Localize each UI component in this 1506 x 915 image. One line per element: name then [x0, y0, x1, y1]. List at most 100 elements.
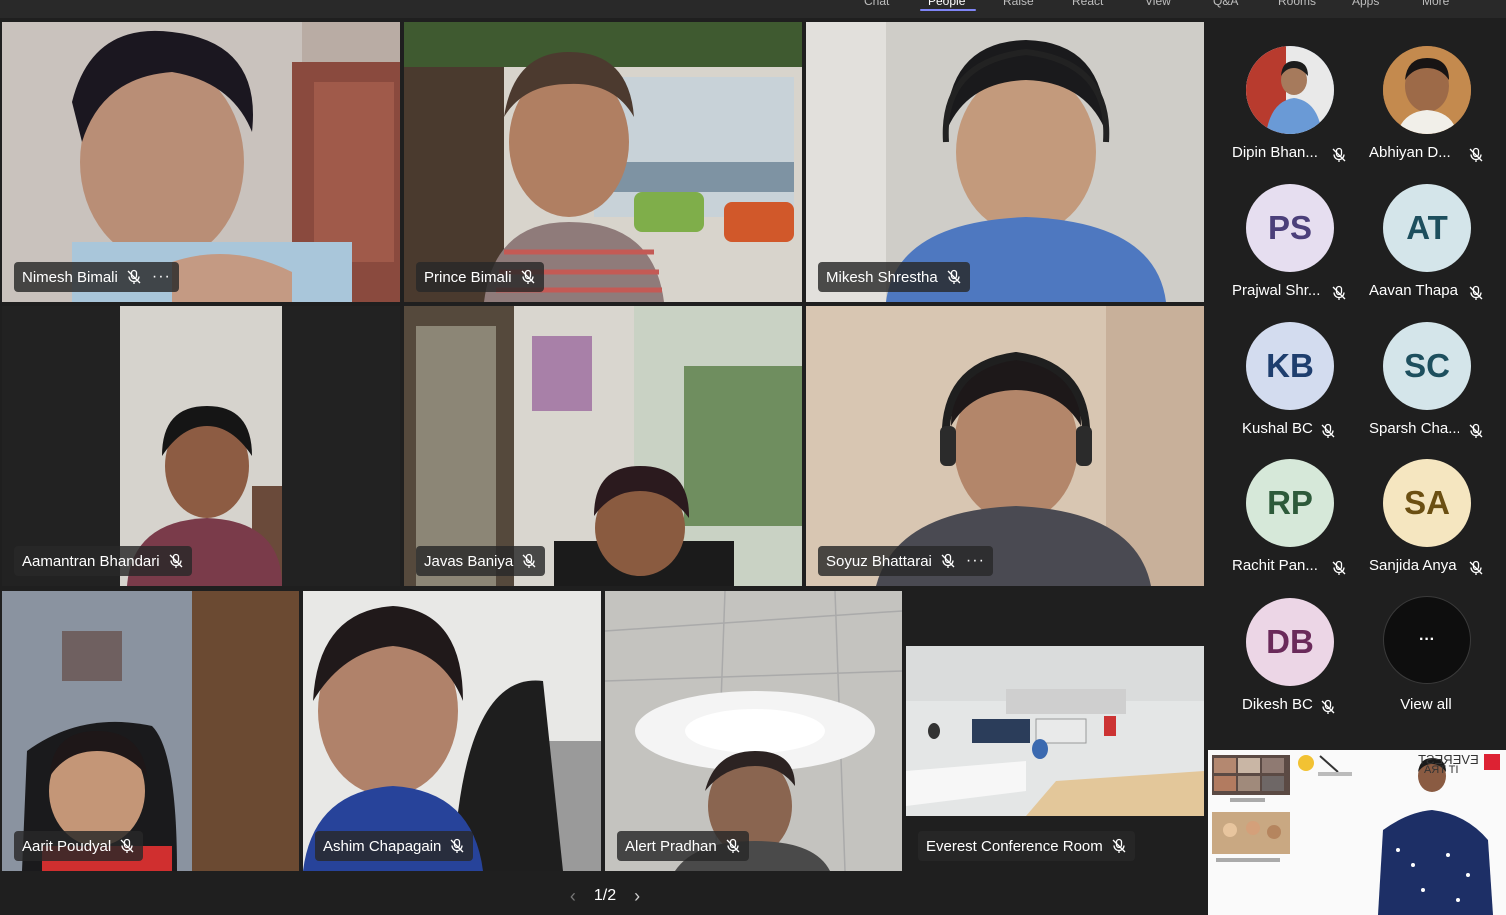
mic-off-icon — [1321, 699, 1335, 714]
participant-name-label: Javas Baniya — [416, 546, 546, 576]
tab-apps[interactable]: Apps — [1352, 0, 1379, 8]
participant-name: Mikesh Shrestha — [826, 268, 938, 286]
shared-content — [1208, 750, 1506, 915]
participant-video — [2, 591, 299, 871]
tab-qa[interactable]: Q&A — [1213, 0, 1238, 8]
video-tile[interactable]: Ashim Chapagain — [303, 591, 601, 871]
participant-name-label: Mikesh Shrestha — [818, 262, 970, 292]
video-tile[interactable]: Nimesh Bimali ··· — [2, 22, 400, 302]
avatar — [1246, 46, 1334, 134]
chevron-right-icon[interactable]: › — [634, 886, 640, 907]
tab-rooms[interactable]: Rooms — [1278, 0, 1316, 8]
participant-name: Javas Baniya — [424, 552, 514, 570]
participant-name-label: Prince Bimali — [416, 262, 544, 292]
video-tile[interactable]: Aamantran Bhandari — [2, 306, 400, 586]
mic-off-icon — [1469, 285, 1483, 300]
participant-entry[interactable]: RP Rachit Pan... — [1206, 449, 1356, 585]
mic-off-icon — [941, 553, 955, 568]
participant-name: Prajwal Shr... — [1232, 282, 1321, 299]
avatar: RP — [1246, 459, 1334, 547]
mic-off-icon — [947, 269, 961, 284]
video-tile[interactable]: Javas Baniya — [404, 306, 802, 586]
participant-name: Sparsh Cha... — [1369, 420, 1459, 437]
participant-name-label: Alert Pradhan — [617, 831, 749, 861]
participant-video — [906, 591, 1204, 871]
participant-video — [806, 306, 1204, 586]
avatar-photo — [1383, 46, 1471, 134]
participant-name: Everest Conference Room — [926, 837, 1103, 855]
participant-entry[interactable]: KB Kushal BC — [1206, 312, 1356, 448]
mic-off-icon — [522, 553, 536, 568]
participant-entry[interactable]: Dipin Bhan... — [1206, 36, 1356, 172]
avatar: KB — [1246, 322, 1334, 410]
shared-screen-thumbnail[interactable]: EVEREST IT TRA — [1208, 750, 1506, 915]
participant-name-label: Aamantran Bhandari — [14, 546, 192, 576]
participant-video — [2, 306, 400, 586]
mic-off-icon — [120, 838, 134, 853]
participant-name: Rachit Pan... — [1232, 557, 1318, 574]
avatar — [1383, 46, 1471, 134]
participant-name: Aavan Thapa — [1369, 282, 1458, 299]
page-indicator: 1/2 — [593, 887, 617, 904]
mic-off-icon — [127, 269, 141, 284]
share-title-line2: IT TRA — [1424, 764, 1459, 776]
tab-view[interactable]: View — [1145, 0, 1171, 8]
view-all-button[interactable]: ··· View all — [1343, 586, 1493, 722]
participant-name: Dipin Bhan... — [1232, 144, 1318, 161]
participant-entry[interactable]: PS Prajwal Shr... — [1206, 174, 1356, 310]
more-options-icon[interactable]: ··· — [152, 268, 171, 286]
more-options-icon[interactable]: ··· — [966, 552, 985, 570]
participant-name: Aamantran Bhandari — [22, 552, 160, 570]
mic-off-icon — [450, 838, 464, 853]
mic-off-icon — [521, 269, 534, 284]
avatar: SC — [1383, 322, 1471, 410]
avatar: SA — [1383, 459, 1471, 547]
participant-name: Soyuz Bhattarai — [826, 552, 932, 570]
participant-name: Dikesh BC — [1242, 696, 1313, 713]
mic-off-icon — [1469, 560, 1483, 575]
view-all-label: View all — [1400, 696, 1452, 713]
participant-entry[interactable]: SC Sparsh Cha... — [1343, 312, 1493, 448]
mic-off-icon — [1112, 838, 1126, 853]
video-tile[interactable]: Soyuz Bhattarai ··· — [806, 306, 1204, 586]
mic-off-icon — [1469, 147, 1483, 162]
participant-name: Alert Pradhan — [625, 837, 717, 855]
tab-chat[interactable]: Chat — [864, 0, 889, 8]
video-tile[interactable]: Mikesh Shrestha — [806, 22, 1204, 302]
participant-name: Ashim Chapagain — [323, 837, 442, 855]
participant-video — [806, 22, 1204, 302]
participant-name: Aarit Poudyal — [22, 837, 112, 855]
participant-name: Nimesh Bimali — [22, 268, 118, 286]
gallery-pager: ‹ 1/2 › — [555, 882, 655, 910]
participant-entry[interactable]: SA Sanjida Anya — [1343, 449, 1493, 585]
chevron-left-icon[interactable]: ‹ — [570, 886, 576, 907]
tab-react[interactable]: React — [1072, 0, 1103, 8]
participant-entry[interactable]: DB Dikesh BC — [1206, 588, 1356, 724]
participant-name: Abhiyan D... — [1369, 144, 1451, 161]
participant-entry[interactable]: AT Aavan Thapa — [1343, 174, 1493, 310]
meeting-toolbar: Chat People Raise React View Q&A Rooms A… — [0, 0, 1506, 18]
participant-name-label: Soyuz Bhattarai ··· — [818, 546, 993, 576]
participant-video — [303, 591, 601, 871]
tab-raise[interactable]: Raise — [1003, 0, 1034, 8]
participant-video — [404, 306, 802, 586]
video-tile[interactable]: Prince Bimali — [404, 22, 802, 302]
participant-name: Prince Bimali — [424, 268, 512, 286]
avatar-photo — [1246, 46, 1334, 134]
participant-name-label: Aarit Poudyal — [14, 831, 144, 861]
video-tile[interactable]: Aarit Poudyal — [2, 591, 299, 871]
avatar: PS — [1246, 184, 1334, 272]
participant-entry[interactable]: Abhiyan D... — [1343, 36, 1493, 172]
participant-name-label: Nimesh Bimali ··· — [14, 262, 179, 292]
participant-video — [605, 591, 902, 871]
active-tab-indicator — [920, 9, 976, 11]
mic-off-icon — [1321, 423, 1335, 438]
tab-people[interactable]: People — [928, 0, 965, 8]
participant-name: Kushal BC — [1242, 420, 1313, 437]
participant-name-label: Ashim Chapagain — [315, 831, 474, 861]
avatar: DB — [1246, 598, 1334, 686]
tab-more[interactable]: More — [1422, 0, 1449, 8]
video-tile[interactable]: Everest Conference Room — [906, 591, 1204, 871]
participants-panel: Dipin Bhan... Abhiyan D... PS Prajwal Sh… — [1206, 18, 1506, 748]
video-tile[interactable]: Alert Pradhan — [605, 591, 902, 871]
